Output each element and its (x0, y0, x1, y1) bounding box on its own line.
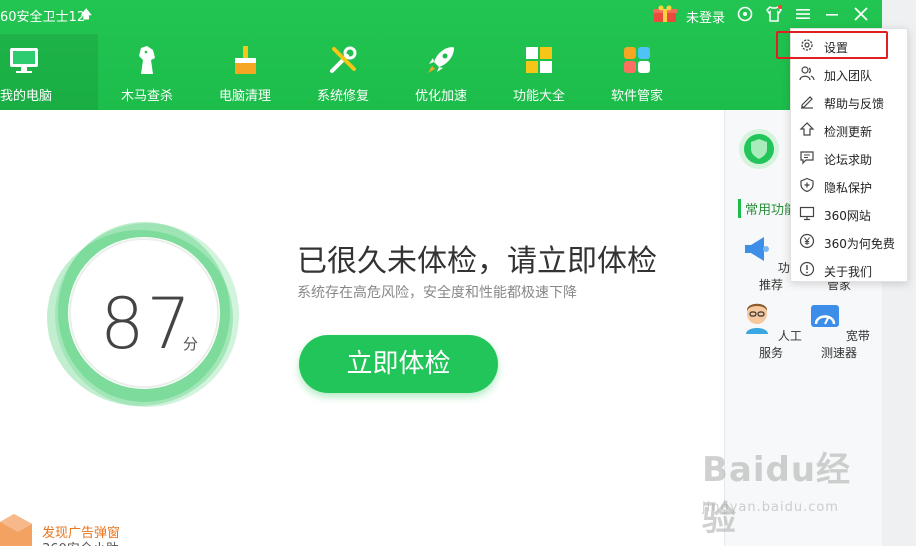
menu-item-label: 检测更新 (824, 125, 873, 139)
team-icon (799, 66, 815, 81)
common-features-title: 常用功能 (738, 199, 797, 218)
megaphone-icon (745, 237, 770, 261)
login-link[interactable]: 未登录 (686, 7, 725, 26)
pencil-icon (801, 96, 813, 109)
ad-notice-subtitle: 360安全小助 (42, 538, 119, 546)
nav-label: 功能大全 (512, 89, 565, 104)
nav-item-system-repair[interactable]: 系统修复 (294, 34, 392, 110)
main-nav: 我的电脑 木马查杀 电脑清理 系统修复 优化加速 功能大全 软件管家 (0, 34, 686, 110)
speedometer-icon (811, 305, 840, 327)
shield-icon[interactable] (738, 128, 780, 170)
chat-icon (800, 151, 814, 165)
tool-human-service[interactable]: 人工服务 (737, 300, 805, 361)
nav-label: 系统修复 (316, 89, 369, 104)
theme-icon[interactable] (735, 4, 755, 24)
nav-item-all-features[interactable]: 功能大全 (490, 34, 588, 110)
info-icon (799, 261, 815, 277)
grid-icon (526, 47, 552, 73)
broom-icon (235, 46, 256, 74)
nav-label: 软件管家 (610, 89, 663, 104)
gift-icon[interactable] (652, 5, 678, 23)
tools-icon (330, 46, 357, 73)
shield-plus-icon (800, 177, 814, 193)
menu-item-why-free[interactable]: 360为何免费 (791, 227, 909, 255)
tool-broadband-speedtest[interactable]: 宽带测速器 (805, 300, 873, 361)
nav-label: 优化加速 (414, 89, 467, 104)
nav-label: 我的电脑 (0, 89, 53, 104)
checkup-headline: 已很久未体检，请立即体检 (297, 244, 657, 279)
menu-item-help-feedback[interactable]: 帮助与反馈 (791, 87, 909, 115)
support-agent-icon (746, 303, 769, 334)
horse-icon (139, 46, 155, 74)
baidu-watermark: Baidu经验 jingyan.baidu.com (702, 442, 882, 539)
menu-item-privacy[interactable]: 隐私保护 (791, 171, 909, 199)
apps-icon (624, 47, 650, 73)
app-window: 60安全卫士12 🡅 未登录 我的电脑 木马查杀 电脑清理 系统修复 优化加速 … (0, 0, 882, 546)
menu-item-label: 帮助与反馈 (824, 97, 885, 111)
main-menu-dropdown: 设置 加入团队 帮助与反馈 检测更新 论坛求助 隐私保护 360网站 360为何… (790, 28, 908, 282)
ad-assistant-icon[interactable] (0, 512, 40, 546)
nav-label: 木马查杀 (120, 89, 173, 104)
score-unit: 分 (183, 335, 199, 353)
menu-item-label: 360为何免费 (824, 237, 895, 251)
menu-item-forum-help[interactable]: 论坛求助 (791, 143, 909, 171)
nav-item-my-computer[interactable]: 我的电脑 (0, 34, 98, 110)
monitor-icon (10, 48, 38, 73)
menu-icon[interactable] (793, 4, 813, 24)
menu-item-check-update[interactable]: 检测更新 (791, 115, 909, 143)
menu-item-360-website[interactable]: 360网站 (791, 199, 909, 227)
watermark-sub: jingyan.baidu.com (702, 500, 839, 515)
watermark-main: Baidu经验 (702, 450, 852, 539)
close-icon[interactable] (851, 4, 871, 24)
skin-shirt-icon[interactable] (764, 4, 784, 24)
window-title: 60安全卫士12 (0, 10, 86, 25)
health-score: 87 (100, 283, 194, 365)
nav-label: 电脑清理 (218, 89, 271, 104)
rocket-icon (428, 47, 454, 73)
nav-item-software-manager[interactable]: 软件管家 (588, 34, 686, 110)
upgrade-arrow-icon[interactable]: 🡅 (80, 5, 92, 26)
header-bar: 60安全卫士12 🡅 未登录 我的电脑 木马查杀 电脑清理 系统修复 优化加速 … (0, 0, 882, 110)
menu-item-label: 隐私保护 (824, 181, 873, 195)
settings-highlight-box (776, 31, 888, 59)
nav-item-optimize[interactable]: 优化加速 (392, 34, 490, 110)
menu-item-label: 关于我们 (824, 265, 873, 279)
menu-item-label: 论坛求助 (824, 153, 873, 167)
minimize-icon[interactable] (822, 4, 842, 24)
nav-item-trojan-scan[interactable]: 木马查杀 (98, 34, 196, 110)
menu-item-label: 360网站 (824, 209, 871, 223)
upload-arrow-icon (799, 122, 815, 136)
menu-item-about-us[interactable]: 关于我们 (791, 255, 909, 283)
menu-item-label: 加入团队 (824, 69, 873, 83)
monitor-icon (799, 206, 815, 221)
menu-item-join-team[interactable]: 加入团队 (791, 59, 909, 87)
nav-item-pc-cleanup[interactable]: 电脑清理 (196, 34, 294, 110)
checkup-subline: 系统存在高危风险，安全度和性能都极速下降 (297, 285, 577, 301)
yen-icon (799, 233, 815, 249)
checkup-now-button[interactable]: 立即体检 (299, 335, 498, 393)
